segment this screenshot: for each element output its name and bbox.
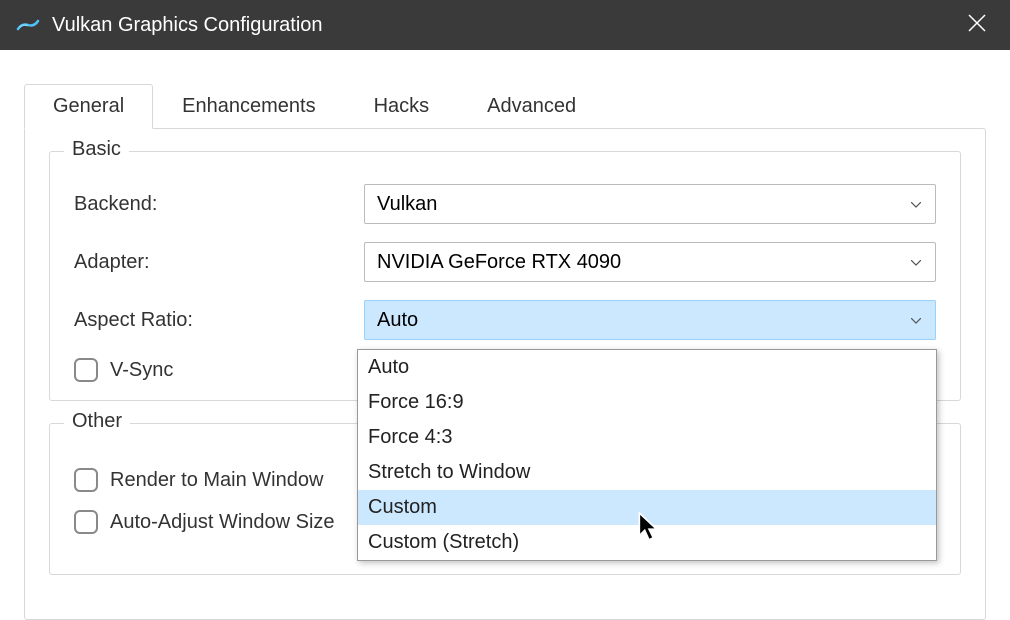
aspect-option-force-43[interactable]: Force 4:3 [358, 420, 936, 455]
chevron-down-icon [911, 313, 921, 327]
dropdown-aspect-value: Auto [377, 309, 418, 332]
tab-advanced[interactable]: Advanced [458, 84, 605, 128]
dropdown-adapter[interactable]: NVIDIA GeForce RTX 4090 [364, 242, 936, 282]
aspect-option-custom-stretch[interactable]: Custom (Stretch) [358, 525, 936, 560]
tab-hacks[interactable]: Hacks [345, 84, 459, 128]
aspect-option-auto[interactable]: Auto [358, 350, 936, 385]
checkbox-auto-adjust[interactable] [74, 510, 98, 534]
tabs: General Enhancements Hacks Advanced [24, 84, 986, 128]
label-backend: Backend: [74, 193, 364, 216]
close-icon[interactable] [960, 4, 994, 46]
dropdown-backend[interactable]: Vulkan [364, 184, 936, 224]
label-vsync: V-Sync [110, 359, 173, 382]
dropdown-aspect-options: Auto Force 16:9 Force 4:3 Stretch to Win… [357, 349, 937, 561]
label-aspect-ratio: Aspect Ratio: [74, 309, 364, 332]
row-backend: Backend: Vulkan [74, 184, 936, 224]
titlebar: Vulkan Graphics Configuration [0, 0, 1010, 50]
row-aspect-ratio: Aspect Ratio: Auto [74, 300, 936, 340]
dropdown-adapter-value: NVIDIA GeForce RTX 4090 [377, 251, 621, 274]
legend-other: Other [64, 410, 130, 433]
tab-enhancements[interactable]: Enhancements [153, 84, 344, 128]
chevron-down-icon [911, 255, 921, 269]
dropdown-aspect-ratio[interactable]: Auto [364, 300, 936, 340]
label-auto-adjust: Auto-Adjust Window Size [110, 511, 335, 534]
label-render-main: Render to Main Window [110, 469, 323, 492]
chevron-down-icon [911, 197, 921, 211]
aspect-option-custom[interactable]: Custom [358, 490, 936, 525]
tab-general[interactable]: General [24, 84, 153, 129]
label-adapter: Adapter: [74, 251, 364, 274]
row-adapter: Adapter: NVIDIA GeForce RTX 4090 [74, 242, 936, 282]
checkbox-render-main[interactable] [74, 468, 98, 492]
dropdown-backend-value: Vulkan [377, 193, 437, 216]
app-icon [16, 13, 40, 37]
aspect-option-stretch[interactable]: Stretch to Window [358, 455, 936, 490]
aspect-option-force-169[interactable]: Force 16:9 [358, 385, 936, 420]
legend-basic: Basic [64, 138, 129, 161]
checkbox-vsync[interactable] [74, 358, 98, 382]
window-title: Vulkan Graphics Configuration [52, 14, 960, 37]
